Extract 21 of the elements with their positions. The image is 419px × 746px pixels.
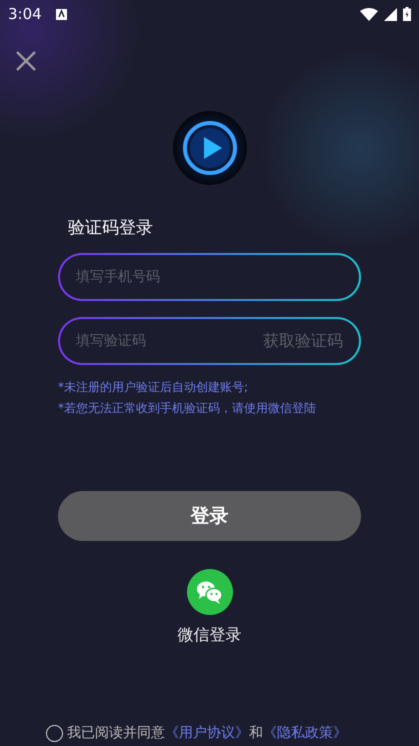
status-time: 3:04 [8,5,42,23]
play-logo-icon [172,110,248,186]
phone-input[interactable]: 填写手机号码 [74,268,343,286]
user-agreement-link[interactable]: 《用户协议》 [165,725,249,741]
privacy-policy-link[interactable]: 《隐私政策》 [263,725,347,741]
notification-icon [56,8,67,20]
agree-checkbox[interactable] [46,724,63,742]
page-title: 验证码登录 [68,217,153,239]
wifi-icon [360,8,378,20]
close-icon[interactable] [15,50,37,72]
code-field[interactable]: 填写验证码 获取验证码 [58,317,361,365]
get-code-button[interactable]: 获取验证码 [263,330,343,352]
agreement-text: 我已阅读并同意《用户协议》和《隐私政策》 [67,724,347,742]
code-input[interactable]: 填写验证码 [74,332,263,350]
signal-icon [384,8,397,20]
battery-icon [403,7,411,21]
wechat-icon[interactable] [186,569,232,615]
hint-text: *若您无法正常收到手机验证码，请使用微信登陆 [58,400,317,417]
phone-field[interactable]: 填写手机号码 [58,253,361,301]
hint-text: *未注册的用户验证后自动创建账号; [58,379,250,396]
wechat-login-label: 微信登录 [178,625,242,646]
